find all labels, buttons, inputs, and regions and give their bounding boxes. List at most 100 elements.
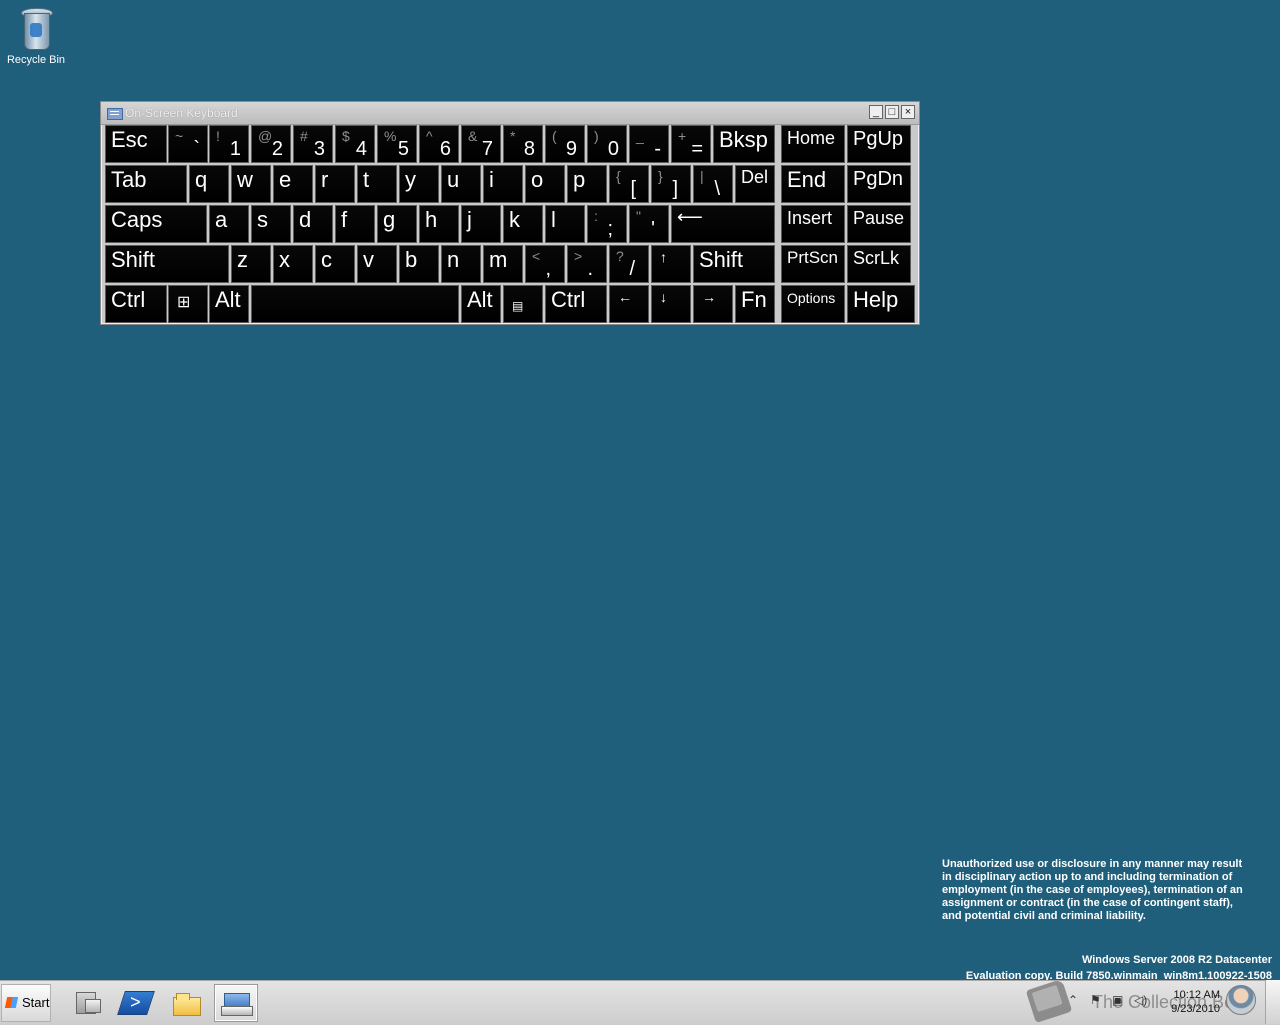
key-pgup[interactable]: PgUp bbox=[847, 125, 911, 163]
key-p[interactable]: p bbox=[567, 165, 607, 203]
action-center-icon[interactable]: ⚑ bbox=[1090, 993, 1101, 1007]
maximize-button[interactable]: □ bbox=[885, 105, 899, 119]
key-5[interactable]: % 5 bbox=[377, 125, 417, 163]
explorer-button[interactable] bbox=[164, 984, 208, 1022]
key-l[interactable]: l bbox=[545, 205, 585, 243]
key-9[interactable]: (9 bbox=[545, 125, 585, 163]
key-4[interactable]: $4 bbox=[335, 125, 375, 163]
key-menu[interactable]: ▤ bbox=[503, 285, 543, 323]
key-r[interactable]: r bbox=[315, 165, 355, 203]
user-avatar-icon[interactable] bbox=[1226, 985, 1256, 1015]
key-o[interactable]: o bbox=[525, 165, 565, 203]
key-1[interactable]: ! 1 bbox=[209, 125, 249, 163]
key-b[interactable]: b bbox=[399, 245, 439, 283]
on-screen-keyboard-taskbar-button[interactable] bbox=[214, 984, 258, 1022]
key-q[interactable]: q bbox=[189, 165, 229, 203]
key-backspace[interactable]: Bksp bbox=[713, 125, 775, 163]
network-icon[interactable]: ▣ bbox=[1112, 993, 1123, 1007]
key-ctrl-right[interactable]: Ctrl bbox=[545, 285, 607, 323]
chevron-up-icon[interactable]: ⌃ bbox=[1068, 993, 1078, 1007]
key-t[interactable]: t bbox=[357, 165, 397, 203]
server-manager-button[interactable] bbox=[66, 984, 110, 1022]
key-0[interactable]: ) 0 bbox=[587, 125, 627, 163]
key-s[interactable]: s bbox=[251, 205, 291, 243]
key-insert[interactable]: Insert bbox=[781, 205, 845, 243]
key-j[interactable]: j bbox=[461, 205, 501, 243]
key-pgdn[interactable]: PgDn bbox=[847, 165, 911, 203]
key-alt-right[interactable]: Alt bbox=[461, 285, 501, 323]
volume-icon[interactable]: ◁) bbox=[1134, 993, 1147, 1007]
window-titlebar[interactable]: On-Screen Keyboard _ □ × bbox=[101, 102, 919, 125]
window-title: On-Screen Keyboard bbox=[125, 106, 238, 120]
key-right-bracket[interactable]: }] bbox=[651, 165, 691, 203]
key-minus[interactable]: _ - bbox=[629, 125, 669, 163]
powershell-button[interactable] bbox=[114, 984, 158, 1022]
security-warning-text: Unauthorized use or disclosure in any ma… bbox=[942, 858, 1243, 922]
key-w[interactable]: w bbox=[231, 165, 271, 203]
start-button[interactable]: Start bbox=[1, 984, 51, 1022]
key-delete[interactable]: Del bbox=[735, 165, 775, 203]
key-v[interactable]: v bbox=[357, 245, 397, 283]
key-left-arrow[interactable]: ← bbox=[609, 285, 649, 323]
key-2[interactable]: @2 bbox=[251, 125, 291, 163]
key-h[interactable]: h bbox=[419, 205, 459, 243]
key-equals[interactable]: + = bbox=[671, 125, 711, 163]
key-caps[interactable]: Caps bbox=[105, 205, 207, 243]
close-button[interactable]: × bbox=[901, 105, 915, 119]
key-i[interactable]: i bbox=[483, 165, 523, 203]
key-a[interactable]: a bbox=[209, 205, 249, 243]
key-y[interactable]: y bbox=[399, 165, 439, 203]
key-slash[interactable]: ? / bbox=[609, 245, 649, 283]
key-fn[interactable]: Fn bbox=[735, 285, 775, 323]
key-c[interactable]: c bbox=[315, 245, 355, 283]
key-scrlk[interactable]: ScrLk bbox=[847, 245, 911, 283]
window-controls: _ □ × bbox=[869, 105, 915, 119]
key-down-arrow[interactable]: ↓ bbox=[651, 285, 691, 323]
key-shift-left[interactable]: Shift bbox=[105, 245, 229, 283]
key-period[interactable]: >. bbox=[567, 245, 607, 283]
key-z[interactable]: z bbox=[231, 245, 271, 283]
key-m[interactable]: m bbox=[483, 245, 523, 283]
key-end[interactable]: End bbox=[781, 165, 845, 203]
clock-date: 9/23/2010 bbox=[1171, 1003, 1220, 1015]
key-semicolon[interactable]: :; bbox=[587, 205, 627, 243]
key-x[interactable]: x bbox=[273, 245, 313, 283]
key-comma[interactable]: <, bbox=[525, 245, 565, 283]
key-home[interactable]: Home bbox=[781, 125, 845, 163]
key-u[interactable]: u bbox=[441, 165, 481, 203]
key-3[interactable]: #3 bbox=[293, 125, 333, 163]
key-g[interactable]: g bbox=[377, 205, 417, 243]
key-8[interactable]: * 8 bbox=[503, 125, 543, 163]
key-7[interactable]: & 7 bbox=[461, 125, 501, 163]
show-desktop-button[interactable] bbox=[1265, 980, 1280, 1024]
key-windows[interactable]: ⊞ bbox=[168, 285, 208, 323]
key-e[interactable]: e bbox=[273, 165, 313, 203]
minimize-button[interactable]: _ bbox=[869, 105, 883, 119]
help-button[interactable]: Help bbox=[847, 285, 915, 323]
options-button[interactable]: Options bbox=[781, 285, 845, 323]
key-d[interactable]: d bbox=[293, 205, 333, 243]
key-enter[interactable]: ⟵ bbox=[671, 205, 775, 243]
key-f[interactable]: f bbox=[335, 205, 375, 243]
recycle-bin-shortcut[interactable]: Recycle Bin bbox=[4, 6, 68, 66]
start-label: Start bbox=[22, 995, 50, 1010]
folder-icon bbox=[171, 992, 201, 1016]
key-shift-right[interactable]: Shift bbox=[693, 245, 775, 283]
key-tab[interactable]: Tab bbox=[105, 165, 187, 203]
key-backslash[interactable]: | \ bbox=[693, 165, 733, 203]
clock[interactable]: 10:12 AM 9/23/2010 bbox=[1150, 988, 1220, 1016]
key-quote[interactable]: " ' bbox=[629, 205, 669, 243]
key-n[interactable]: n bbox=[441, 245, 481, 283]
key-6[interactable]: ^ 6 bbox=[419, 125, 459, 163]
key-alt-left[interactable]: Alt bbox=[209, 285, 249, 323]
key-ctrl-left[interactable]: Ctrl bbox=[105, 285, 167, 323]
key-esc[interactable]: Esc bbox=[105, 125, 167, 163]
key-left-bracket[interactable]: {[ bbox=[609, 165, 649, 203]
key-tilde[interactable]: ~ ` bbox=[168, 125, 208, 163]
key-right-arrow[interactable]: → bbox=[693, 285, 733, 323]
key-space[interactable] bbox=[251, 285, 459, 323]
key-prtscn[interactable]: PrtScn bbox=[781, 245, 845, 283]
key-pause[interactable]: Pause bbox=[847, 205, 911, 243]
key-k[interactable]: k bbox=[503, 205, 543, 243]
key-up-arrow[interactable]: ↑ bbox=[651, 245, 691, 283]
